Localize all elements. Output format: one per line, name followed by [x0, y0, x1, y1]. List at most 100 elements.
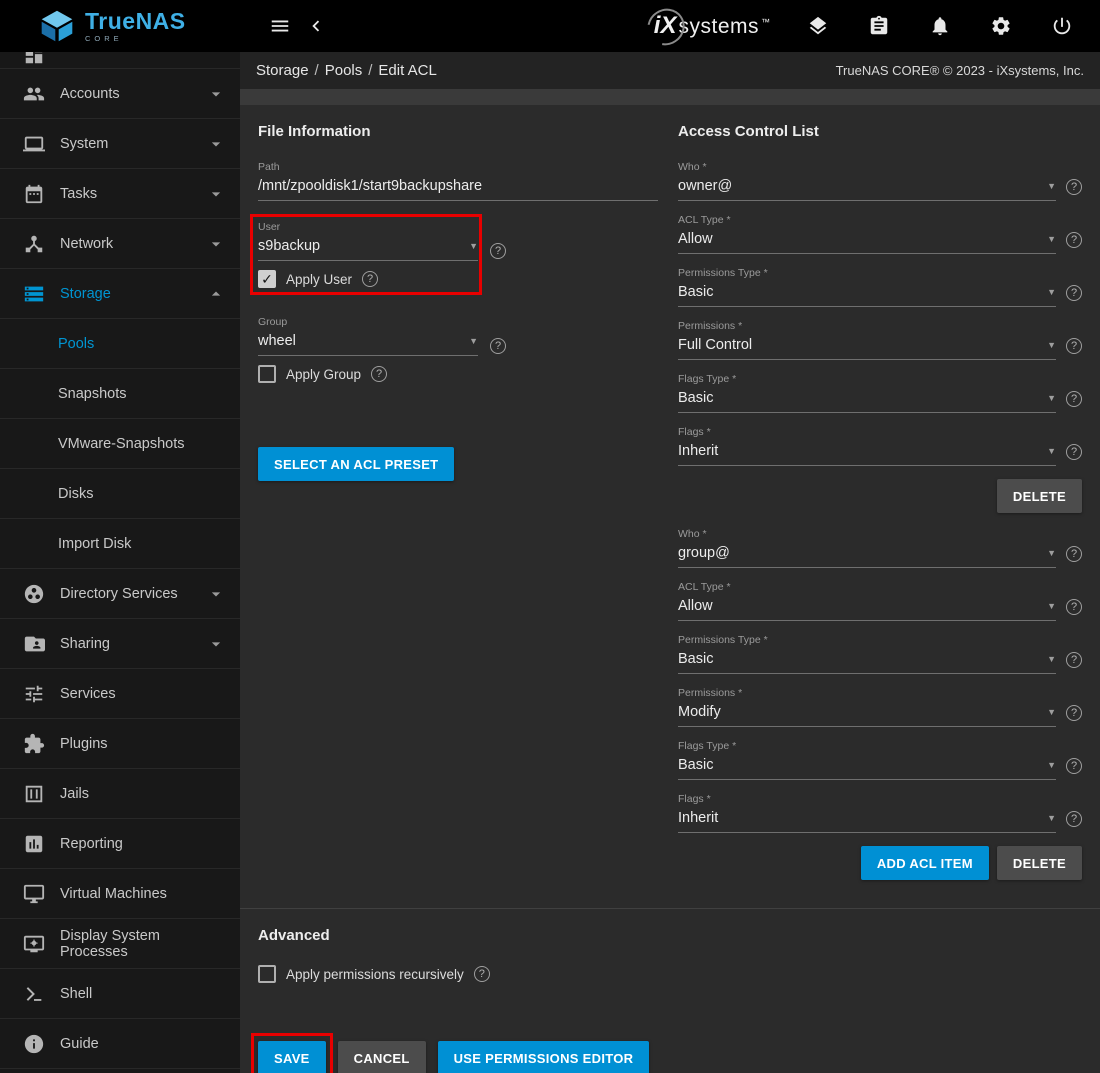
- dropdown-caret-icon: ▼: [1047, 707, 1056, 717]
- acl-select-permissions-type[interactable]: Permissions Type *Basic▼: [678, 634, 1056, 674]
- sidebar-item-storage[interactable]: Storage: [0, 269, 240, 319]
- acl-field: Flags *Inherit▼?: [678, 426, 1082, 466]
- user-select[interactable]: User s9backup ▼: [258, 221, 478, 261]
- acl-field-label: ACL Type *: [678, 581, 1056, 593]
- acl-select-who[interactable]: Who *group@▼: [678, 528, 1056, 568]
- sidebar-item-pools[interactable]: Pools: [0, 319, 240, 369]
- acl-select-acl-type[interactable]: ACL Type *Allow▼: [678, 214, 1056, 254]
- sidebar-item-label: Storage: [60, 286, 111, 302]
- sidebar-item-system[interactable]: System: [0, 119, 240, 169]
- sidebar-item-reporting[interactable]: Reporting: [0, 819, 240, 869]
- truenas-logo[interactable]: TrueNAS CORE: [0, 9, 240, 43]
- save-button[interactable]: SAVE: [258, 1041, 326, 1073]
- sidebar-item-plugins[interactable]: Plugins: [0, 719, 240, 769]
- clipboard-button[interactable]: [861, 8, 897, 44]
- acl-select-permissions[interactable]: Permissions *Full Control▼: [678, 320, 1056, 360]
- use-permissions-editor-button[interactable]: USE PERMISSIONS EDITOR: [438, 1041, 650, 1073]
- acl-select-permissions-type[interactable]: Permissions Type *Basic▼: [678, 267, 1056, 307]
- group-label: Group: [258, 316, 478, 328]
- recursive-help-icon[interactable]: ?: [474, 966, 490, 982]
- path-value: /mnt/zpooldisk1/start9backupshare: [258, 178, 658, 194]
- path-field[interactable]: Path /mnt/zpooldisk1/start9backupshare: [258, 161, 658, 201]
- sidebar-item-label: Tasks: [60, 186, 97, 202]
- acl-field-help-icon[interactable]: ?: [1066, 705, 1082, 721]
- acl-select-flags[interactable]: Flags *Inherit▼: [678, 793, 1056, 833]
- collapse-nav-button[interactable]: [298, 8, 334, 44]
- sidebar-item-disks[interactable]: Disks: [0, 469, 240, 519]
- acl-field-help-icon[interactable]: ?: [1066, 811, 1082, 827]
- sidebar-item-vmware-snapshots[interactable]: VMware-Snapshots: [0, 419, 240, 469]
- body-row: AccountsSystemTasksNetworkStoragePoolsSn…: [0, 52, 1100, 1073]
- sidebar-item-partial[interactable]: [0, 52, 240, 69]
- breadcrumb-storage[interactable]: Storage: [256, 62, 309, 79]
- acl-field-help-icon[interactable]: ?: [1066, 391, 1082, 407]
- apply-group-help-icon[interactable]: ?: [371, 366, 387, 382]
- layers-button[interactable]: [800, 8, 836, 44]
- chevron-down-icon: [206, 134, 226, 154]
- apply-group-checkbox[interactable]: [258, 365, 276, 383]
- acl-field: ACL Type *Allow▼?: [678, 214, 1082, 254]
- sidebar-item-virtual-machines[interactable]: Virtual Machines: [0, 869, 240, 919]
- tasks-icon: [22, 182, 46, 206]
- apply-user-checkbox[interactable]: ✓: [258, 270, 276, 288]
- group-help-icon[interactable]: ?: [490, 338, 506, 354]
- acl-select-flags-type[interactable]: Flags Type *Basic▼: [678, 373, 1056, 413]
- dropdown-caret-icon: ▼: [1047, 340, 1056, 350]
- acl-field-help-icon[interactable]: ?: [1066, 758, 1082, 774]
- sidebar-item-snapshots[interactable]: Snapshots: [0, 369, 240, 419]
- add-acl-item-button[interactable]: ADD ACL ITEM: [861, 846, 989, 880]
- acl-field-help-icon[interactable]: ?: [1066, 285, 1082, 301]
- acl-field-label: Permissions Type *: [678, 267, 1056, 279]
- apply-user-help-icon[interactable]: ?: [362, 271, 378, 287]
- sidebar-item-sharing[interactable]: Sharing: [0, 619, 240, 669]
- acl-field: Flags Type *Basic▼?: [678, 740, 1082, 780]
- acl-field-help-icon[interactable]: ?: [1066, 179, 1082, 195]
- sidebar-item-tasks[interactable]: Tasks: [0, 169, 240, 219]
- notifications-button[interactable]: [922, 8, 958, 44]
- acl-field-help-icon[interactable]: ?: [1066, 652, 1082, 668]
- sidebar-item-guide[interactable]: Guide: [0, 1019, 240, 1069]
- acl-select-who[interactable]: Who *owner@▼: [678, 161, 1056, 201]
- user-label: User: [258, 221, 478, 233]
- acl-field-help-icon[interactable]: ?: [1066, 546, 1082, 562]
- layers-icon: [807, 15, 829, 37]
- acl-field: Permissions Type *Basic▼?: [678, 267, 1082, 307]
- dropdown-caret-icon: ▼: [1047, 601, 1056, 611]
- apply-recursive-checkbox[interactable]: [258, 965, 276, 983]
- sidebar: AccountsSystem Tasks Network Storage PoolsSn…: [0, 52, 240, 1073]
- acl-field-help-icon[interactable]: ?: [1066, 599, 1082, 615]
- sidebar-item-accounts[interactable]: Accounts: [0, 69, 240, 119]
- acl-select-flags-type[interactable]: Flags Type *Basic▼: [678, 740, 1056, 780]
- select-acl-preset-button[interactable]: SELECT AN ACL PRESET: [258, 447, 454, 481]
- acl-select-flags[interactable]: Flags *Inherit▼: [678, 426, 1056, 466]
- sidebar-item-import-disk[interactable]: Import Disk: [0, 519, 240, 569]
- power-button[interactable]: [1044, 8, 1080, 44]
- settings-button[interactable]: [983, 8, 1019, 44]
- sidebar-item-shell[interactable]: Shell: [0, 969, 240, 1019]
- sidebar-item-services[interactable]: Services: [0, 669, 240, 719]
- menu-toggle-button[interactable]: [262, 8, 298, 44]
- sidebar-item-display-system-processes[interactable]: Display System Processes: [0, 919, 240, 969]
- delete-acl-entry-button[interactable]: DELETE: [997, 479, 1082, 513]
- acl-field-value: Basic: [678, 651, 1039, 667]
- acl-field-help-icon[interactable]: ?: [1066, 338, 1082, 354]
- breadcrumb-pools[interactable]: Pools: [325, 62, 363, 79]
- delete-acl-entry-button[interactable]: DELETE: [997, 846, 1082, 880]
- sharing-icon: [22, 632, 46, 656]
- acl-select-acl-type[interactable]: ACL Type *Allow▼: [678, 581, 1056, 621]
- sidebar-item-directory-services[interactable]: Directory Services: [0, 569, 240, 619]
- cancel-button[interactable]: CANCEL: [338, 1041, 426, 1073]
- dropdown-caret-icon: ▼: [1047, 287, 1056, 297]
- user-help-icon[interactable]: ?: [490, 243, 506, 259]
- shell-icon: [22, 982, 46, 1006]
- acl-field-help-icon[interactable]: ?: [1066, 444, 1082, 460]
- acl-field-help-icon[interactable]: ?: [1066, 232, 1082, 248]
- sidebar-item-label: VMware-Snapshots: [58, 436, 185, 452]
- recursive-row: Apply permissions recursively ?: [258, 965, 1082, 983]
- group-select[interactable]: Group wheel ▼: [258, 316, 478, 356]
- ix-text: systems: [678, 15, 759, 39]
- acl-select-permissions[interactable]: Permissions *Modify▼: [678, 687, 1056, 727]
- sidebar-item-network[interactable]: Network: [0, 219, 240, 269]
- sidebar-item-jails[interactable]: Jails: [0, 769, 240, 819]
- file-information-title: File Information: [258, 123, 678, 140]
